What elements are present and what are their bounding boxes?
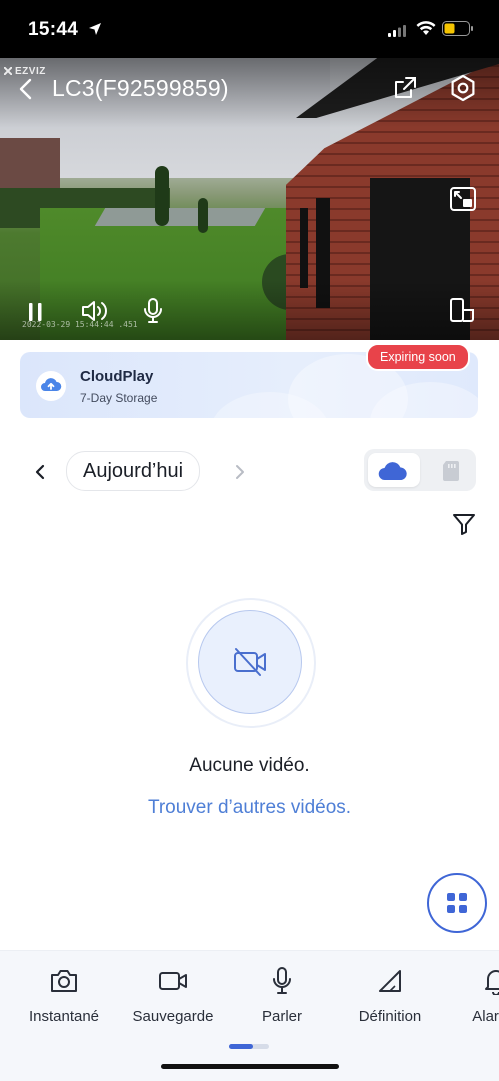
cellular-signal-icon — [388, 24, 408, 42]
video-scene-tree — [198, 198, 208, 233]
back-icon[interactable] — [16, 76, 36, 107]
definition-button[interactable]: Définition — [340, 965, 440, 1025]
video-scene-path — [94, 208, 266, 226]
filter-icon[interactable] — [452, 512, 476, 541]
brand-logo-icon — [4, 67, 12, 75]
status-time: 15:44 — [28, 19, 79, 40]
expiring-soon-badge: Expiring soon — [366, 343, 470, 371]
camera-title: LC3(F92599859) — [52, 75, 229, 101]
wifi-icon — [416, 21, 436, 41]
date-selector[interactable]: Aujourd’hui — [66, 451, 201, 491]
settings-icon[interactable] — [448, 73, 478, 108]
storage-source-toggle — [364, 449, 476, 491]
live-video-view[interactable]: EZVIZ LC3(F92599859) 2022-03-29 15:44:44… — [0, 58, 499, 340]
microphone-icon — [232, 965, 332, 997]
video-off-icon — [231, 646, 269, 683]
video-timestamp: 2022-03-29 15:44:44 .451 — [22, 320, 138, 329]
record-button[interactable]: Sauvegarde — [123, 965, 223, 1025]
video-scene-tree — [155, 166, 169, 226]
empty-state-message: Aucune vidéo. — [189, 755, 310, 776]
grid-view-button[interactable] — [427, 873, 487, 933]
microphone-icon[interactable] — [142, 297, 164, 330]
snapshot-label: Instantané — [28, 1008, 100, 1025]
alarm-button[interactable]: Alarme — [446, 965, 499, 1025]
status-bar: 15:44 — [0, 0, 499, 58]
video-bottom-gradient — [0, 280, 499, 340]
definition-icon — [340, 965, 440, 997]
bottom-toolbar: Instantané Sauvegarde Parler Définition … — [0, 950, 499, 1081]
previous-day-icon[interactable] — [30, 462, 50, 487]
alarm-label: Alarme — [472, 1008, 499, 1025]
orientation-icon[interactable] — [448, 297, 476, 328]
home-indicator — [161, 1064, 339, 1069]
cloud-upload-icon — [36, 371, 66, 401]
video-scene-window — [300, 208, 308, 288]
cloudplay-title: CloudPlay — [80, 368, 154, 385]
definition-label: Définition — [358, 1008, 422, 1025]
sd-card-icon[interactable] — [441, 460, 461, 487]
cloud-icon — [378, 461, 408, 486]
toolbar-page-indicator-active — [229, 1044, 253, 1049]
find-more-videos-link[interactable]: Trouver d’autres vidéos. — [0, 797, 499, 819]
bell-icon — [446, 965, 499, 997]
talk-label: Parler — [261, 1008, 302, 1025]
camera-icon — [14, 965, 114, 997]
talk-button[interactable]: Parler — [232, 965, 332, 1025]
record-label: Sauvegarde — [132, 1008, 214, 1025]
toolbar-page-indicator — [229, 1044, 269, 1049]
share-icon[interactable] — [392, 75, 418, 106]
location-arrow-icon — [88, 22, 102, 41]
snapshot-button[interactable]: Instantané — [14, 965, 114, 1025]
next-day-icon[interactable] — [232, 462, 248, 487]
cloudplay-subtitle: 7-Day Storage — [80, 391, 158, 405]
battery-icon — [442, 21, 474, 41]
video-record-icon — [123, 965, 223, 997]
picture-in-picture-icon[interactable] — [449, 186, 477, 217]
